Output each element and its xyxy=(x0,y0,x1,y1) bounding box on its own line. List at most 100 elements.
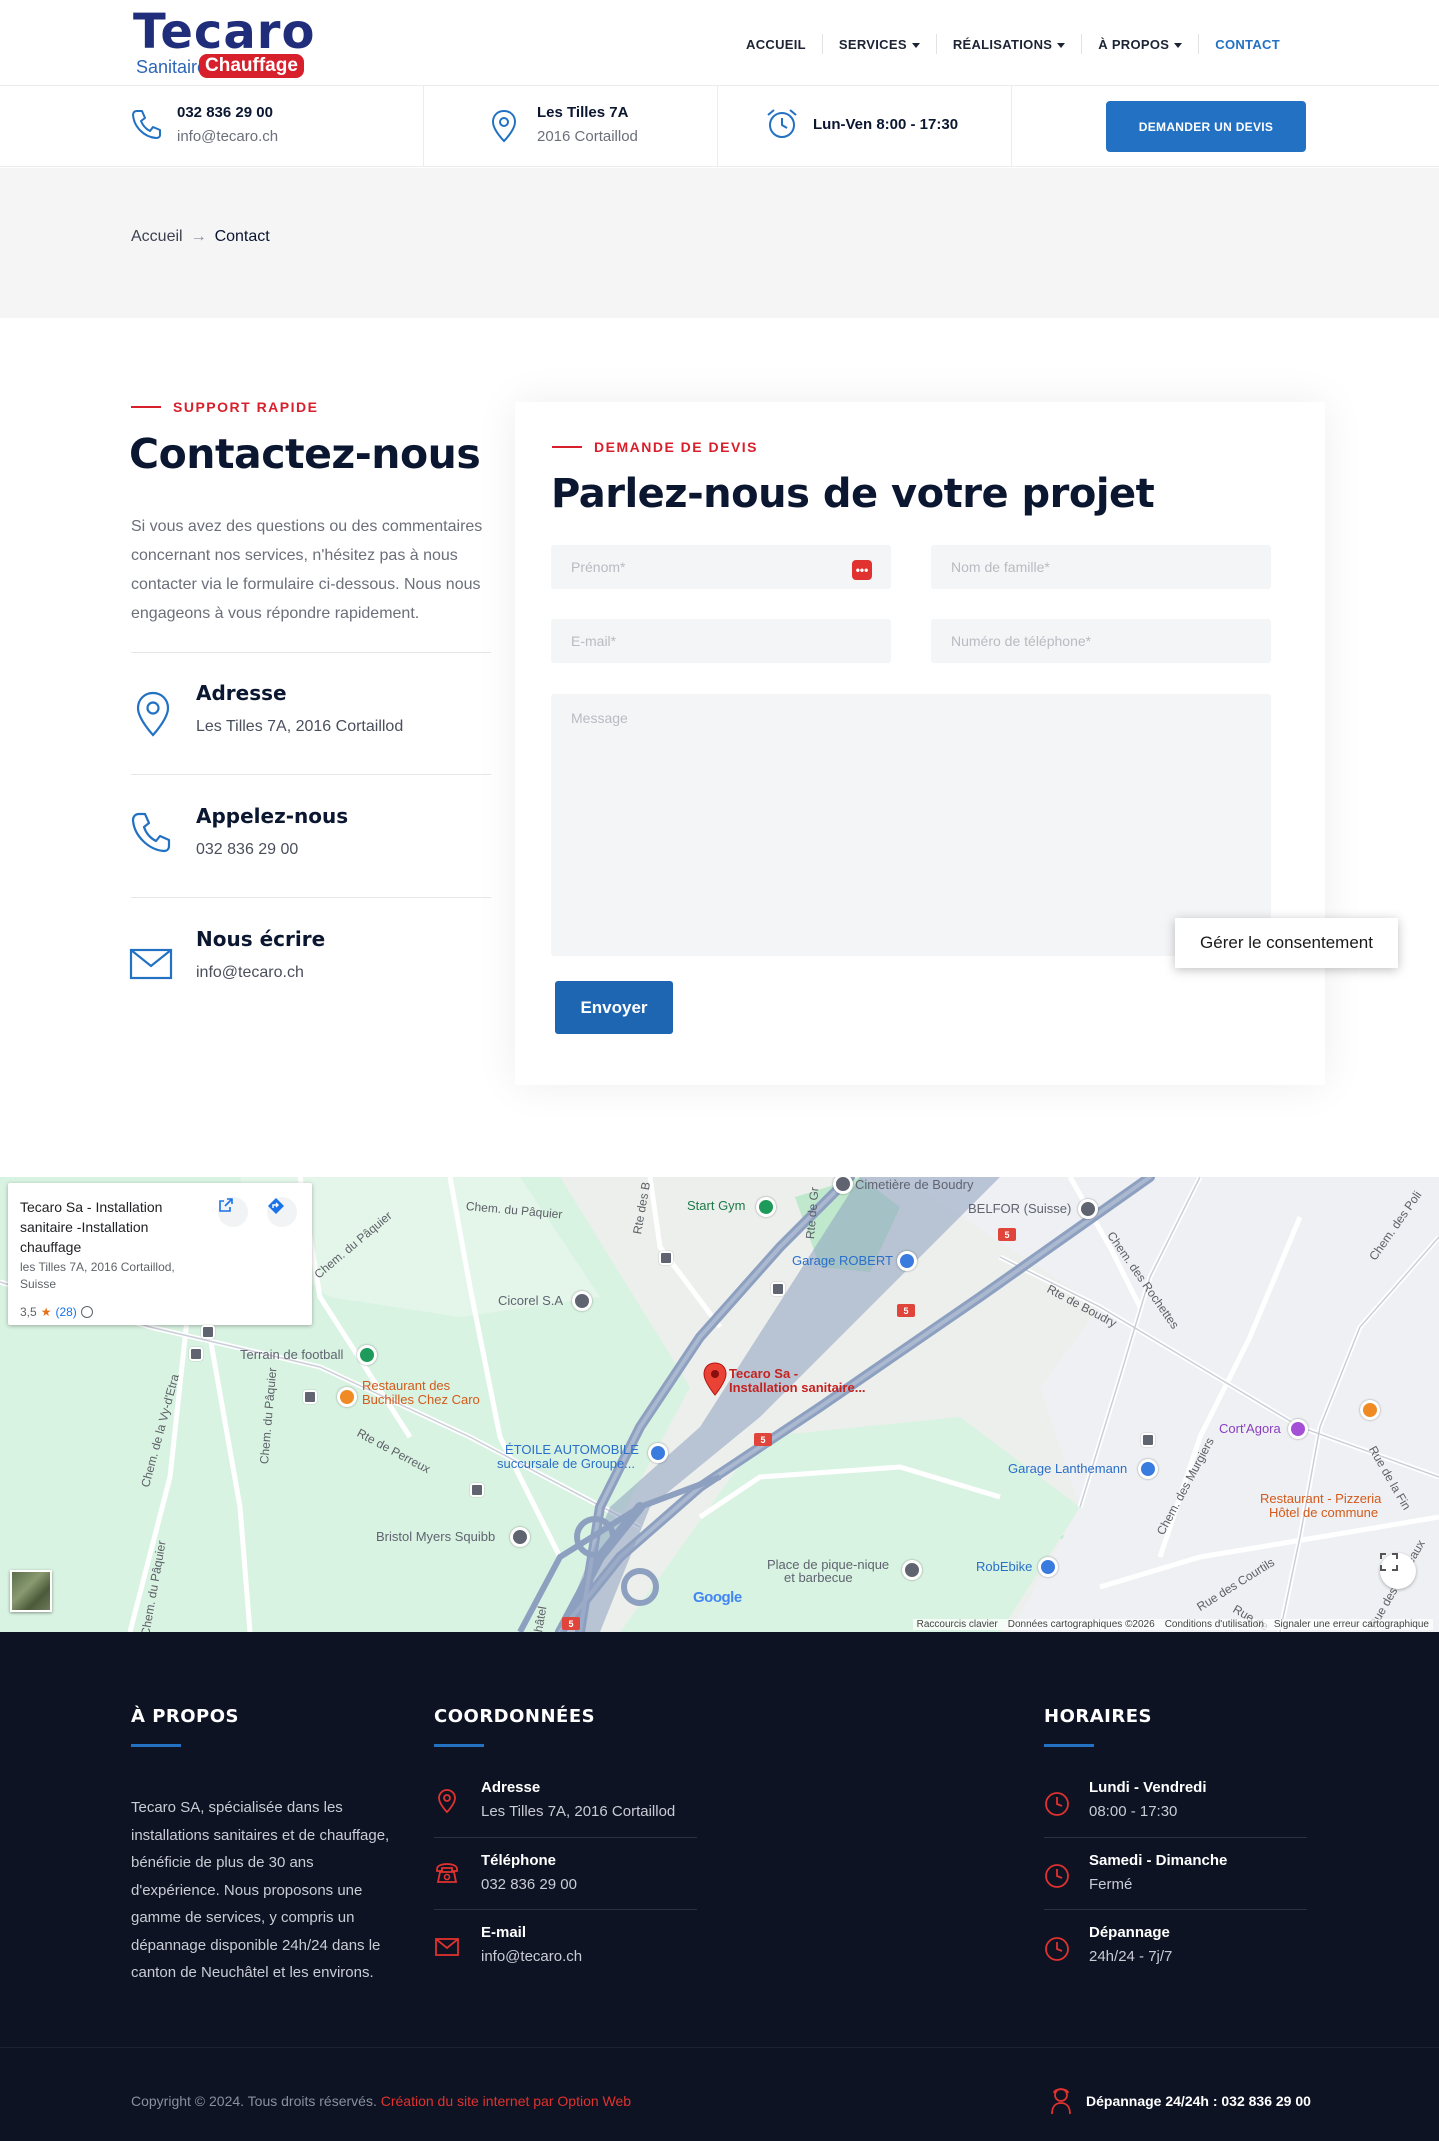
google-map[interactable]: Tecaro Sa - Installation sanitaire -Inst… xyxy=(0,1177,1439,1632)
location-pin-icon xyxy=(491,109,517,143)
bus-stop-icon[interactable] xyxy=(771,1282,785,1296)
car-repair-icon[interactable] xyxy=(897,1251,917,1271)
tecaro-logo[interactable]: Tecaro Sanitaire Chauffage xyxy=(133,4,314,82)
fullscreen-button[interactable] xyxy=(1380,1553,1416,1589)
satellite-toggle-button[interactable] xyxy=(10,1570,52,1612)
breadcrumb-home[interactable]: Accueil xyxy=(131,228,183,246)
envelope-icon xyxy=(435,1938,459,1956)
poi-belfor[interactable]: BELFOR (Suisse) xyxy=(968,1201,1071,1216)
community-icon[interactable] xyxy=(1288,1419,1308,1439)
emergency-hotline[interactable]: Dépannage 24/24h : 032 836 29 00 xyxy=(1048,2086,1311,2116)
footer-address-text: Les Tilles 7A, 2016 Cortaillod xyxy=(481,1803,676,1820)
info-address-cell: Les Tilles 7A 2016 Cortaillod xyxy=(424,86,718,167)
footer-email-text[interactable]: info@tecaro.ch xyxy=(481,1948,582,1965)
keyboard-shortcuts-link[interactable]: Raccourcis clavier xyxy=(917,1619,998,1630)
rating-value: 3,5 xyxy=(20,1305,37,1319)
last-name-field[interactable] xyxy=(931,545,1271,589)
footer-weekend-title: Samedi - Dimanche xyxy=(1089,1852,1228,1869)
alarm-clock-icon xyxy=(767,109,797,138)
directions-button[interactable] xyxy=(267,1197,297,1227)
car-repair-icon[interactable] xyxy=(1138,1459,1158,1479)
poi-etoile-line1[interactable]: ÉTOILE AUTOMOBILE xyxy=(505,1442,639,1457)
review-count[interactable]: (28) xyxy=(55,1305,76,1319)
request-quote-button[interactable]: DEMANDER UN DEVIS xyxy=(1106,101,1306,152)
poi-robebike[interactable]: RobEbike xyxy=(976,1559,1032,1574)
write-text[interactable]: info@tecaro.ch xyxy=(196,964,304,982)
poi-cimetiere[interactable]: Cimetière de Boudry xyxy=(855,1177,974,1192)
nav-accueil[interactable]: ACCUEIL xyxy=(730,34,822,54)
info-hours: Lun-Ven 8:00 - 17:30 xyxy=(813,116,959,133)
manage-consent-button[interactable]: Gérer le consentement xyxy=(1175,918,1398,968)
contact-title: Contactez-nous xyxy=(129,430,481,478)
poi-garage-lanthemann[interactable]: Garage Lanthemann xyxy=(1008,1461,1127,1476)
nav-realisations[interactable]: RÉALISATIONS xyxy=(935,34,1081,54)
poi-cicorel[interactable]: Cicorel S.A xyxy=(498,1293,563,1308)
eyebrow-line xyxy=(552,446,582,448)
picnic-icon[interactable] xyxy=(902,1560,922,1580)
info-phone-number[interactable]: 032 836 29 00 xyxy=(177,104,273,121)
poi-etoile-line2[interactable]: succursale de Groupe... xyxy=(497,1456,635,1471)
poi-pizzeria-line2[interactable]: Hôtel de commune xyxy=(1269,1505,1378,1520)
logo-chauffage: Chauffage xyxy=(199,54,304,78)
building-icon[interactable] xyxy=(510,1527,530,1547)
bike-shop-icon[interactable] xyxy=(1038,1557,1058,1577)
report-error-link[interactable]: Signaler une erreur cartographique xyxy=(1274,1619,1429,1630)
email-field[interactable] xyxy=(551,619,891,663)
poi-garage-robert[interactable]: Garage ROBERT xyxy=(792,1253,893,1268)
place-title[interactable]: Tecaro Sa - Installation sanitaire -Inst… xyxy=(20,1197,210,1257)
bus-stop-icon[interactable] xyxy=(303,1390,317,1404)
info-hours-cell: Lun-Ven 8:00 - 17:30 xyxy=(718,86,1012,167)
pin-label-line1[interactable]: Tecaro Sa - xyxy=(729,1366,798,1381)
nav-a-propos[interactable]: À PROPOS xyxy=(1081,34,1198,54)
poi-start-gym[interactable]: Start Gym xyxy=(687,1198,746,1213)
call-text[interactable]: 032 836 29 00 xyxy=(196,841,298,859)
car-dealer-icon[interactable] xyxy=(648,1443,668,1463)
poi-bristol[interactable]: Bristol Myers Squibb xyxy=(376,1529,495,1544)
bus-stop-icon[interactable] xyxy=(659,1251,673,1265)
submit-button[interactable]: Envoyer xyxy=(555,981,673,1034)
credit-link[interactable]: Création du site internet par Option Web xyxy=(381,2093,631,2109)
footer-weekdays-text: 08:00 - 17:30 xyxy=(1089,1803,1178,1820)
title-underline xyxy=(434,1744,484,1747)
sports-icon[interactable] xyxy=(357,1345,377,1365)
open-in-maps-button[interactable] xyxy=(218,1197,248,1227)
poi-terrain[interactable]: Terrain de football xyxy=(240,1347,343,1362)
building-icon[interactable] xyxy=(1078,1199,1098,1219)
poi-restaurant-line2[interactable]: Buchilles Chez Caro xyxy=(362,1392,480,1407)
title-underline xyxy=(131,1744,181,1747)
poi-picnic-line2[interactable]: et barbecue xyxy=(784,1570,853,1585)
poi-pizzeria-line1[interactable]: Restaurant - Pizzeria xyxy=(1260,1491,1381,1506)
bus-stop-icon[interactable] xyxy=(1141,1433,1155,1447)
restaurant-icon[interactable] xyxy=(1360,1400,1380,1420)
support-eyebrow-text: SUPPORT RAPIDE xyxy=(173,399,319,415)
place-rating[interactable]: 3,5 ★ (28) xyxy=(20,1305,93,1319)
password-manager-icon[interactable]: ••• xyxy=(852,560,872,580)
main-nav: ACCUEIL SERVICES RÉALISATIONS À PROPOS C… xyxy=(730,33,1296,55)
breadcrumb-current: Contact xyxy=(214,228,270,245)
poi-restaurant-line1[interactable]: Restaurant des xyxy=(362,1378,450,1393)
bus-stop-icon[interactable] xyxy=(470,1483,484,1497)
bus-stop-icon[interactable] xyxy=(189,1347,203,1361)
building-icon[interactable] xyxy=(572,1291,592,1311)
quote-eyebrow-text: DEMANDE DE DEVIS xyxy=(594,439,759,455)
restaurant-icon[interactable] xyxy=(337,1387,357,1407)
footer-phone-text[interactable]: 032 836 29 00 xyxy=(481,1876,577,1893)
bus-stop-icon[interactable] xyxy=(201,1325,215,1339)
pin-label-line2[interactable]: Installation sanitaire... xyxy=(729,1380,866,1395)
place-info-card[interactable]: Tecaro Sa - Installation sanitaire -Inst… xyxy=(8,1183,312,1325)
info-icon[interactable] xyxy=(80,1306,93,1318)
nav-contact[interactable]: CONTACT xyxy=(1198,34,1296,54)
message-field[interactable] xyxy=(551,694,1271,956)
nav-services[interactable]: SERVICES xyxy=(821,34,936,54)
map-pin-icon[interactable] xyxy=(703,1362,727,1396)
phone-field[interactable] xyxy=(931,619,1271,663)
footer-weekdays-title: Lundi - Vendredi xyxy=(1089,1779,1207,1796)
gym-icon[interactable] xyxy=(756,1197,776,1217)
copyright: Copyright © 2024. Tous droits réservés. … xyxy=(131,2093,631,2109)
info-phone-cell: 032 836 29 00 info@tecaro.ch xyxy=(0,86,424,167)
info-email[interactable]: info@tecaro.ch xyxy=(177,128,278,145)
terms-link[interactable]: Conditions d'utilisation xyxy=(1165,1619,1264,1630)
poi-cortagora[interactable]: Cort'Agora xyxy=(1219,1421,1281,1436)
first-name-field[interactable] xyxy=(551,545,891,589)
footer-divider xyxy=(0,2047,1439,2048)
